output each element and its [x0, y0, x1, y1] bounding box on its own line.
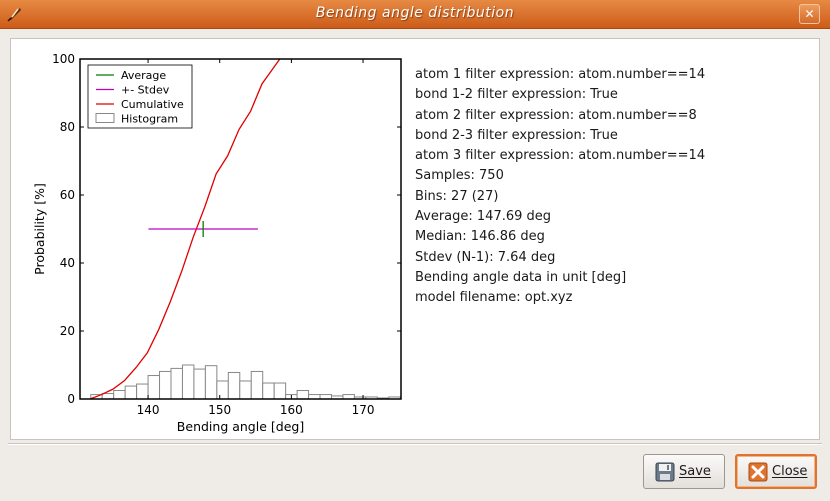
save-button-label: Save	[679, 464, 711, 479]
histogram-bar	[273, 382, 287, 400]
legend-swatch-histogram	[95, 113, 115, 123]
y-tick-label: 20	[60, 324, 75, 338]
x-tick-label: 140	[137, 403, 160, 417]
info-line-average: Average: 147.69 deg	[415, 209, 552, 225]
histogram-bar	[170, 367, 183, 400]
histogram-bar	[101, 393, 115, 400]
legend-label-cumulative: Cumulative	[121, 98, 184, 111]
histogram-bar	[136, 383, 149, 400]
histogram-bar	[159, 370, 172, 400]
histogram-bar	[193, 368, 206, 400]
info-line-atom3-filter: atom 3 filter expression: atom.number==1…	[415, 148, 706, 164]
info-line-median: Median: 146.86 deg	[415, 229, 545, 245]
window-titlebar[interactable]: Bending angle distribution ✕	[0, 0, 830, 29]
close-button-label: Close	[772, 464, 808, 479]
x-tick-label: 170	[352, 403, 375, 417]
legend-label-average: Average	[121, 69, 166, 82]
x-tick-label: 150	[208, 403, 231, 417]
info-line-bond23-filter: bond 2-3 filter expression: True	[415, 127, 618, 143]
info-line-samples: Samples: 750	[415, 168, 504, 184]
y-axis-label: Probability [%]	[32, 183, 47, 275]
dialog-separator	[8, 443, 822, 445]
window-title: Bending angle distribution	[315, 5, 515, 21]
info-panel: atom 1 filter expression: atom.number==1…	[415, 65, 815, 309]
info-line-bins: Bins: 27 (27)	[415, 188, 499, 204]
info-line-unit: Bending angle data in unit [deg]	[415, 269, 627, 285]
histogram-bar	[147, 375, 161, 400]
histogram-bar	[262, 382, 275, 400]
histogram-bar	[250, 370, 264, 400]
y-tick-label: 0	[67, 392, 75, 406]
info-line-filename: model filename: opt.xyz	[415, 290, 573, 306]
histogram-bar	[181, 364, 195, 400]
y-tick-label: 60	[60, 188, 75, 202]
info-line-atom2-filter: atom 2 filter expression: atom.number==8	[415, 107, 697, 123]
y-tick-label: 40	[60, 256, 75, 270]
histogram-bar	[216, 380, 229, 400]
save-button[interactable]: Save	[643, 454, 725, 489]
info-line-bond12-filter: bond 1-2 filter expression: True	[415, 87, 618, 103]
floppy-disk-icon	[654, 461, 676, 483]
histogram-bar	[227, 371, 241, 400]
x-axis-label: Bending angle [deg]	[177, 419, 304, 434]
histogram-bar	[239, 380, 252, 400]
info-line-stdev: Stdev (N-1): 7.64 deg	[415, 249, 556, 265]
histogram-bar	[113, 390, 126, 400]
window-close-button[interactable]: ✕	[799, 4, 820, 24]
close-button[interactable]: Close	[735, 454, 817, 489]
histogram-bar	[204, 365, 218, 400]
content-frame: 140 150 160 170 0 20 40 60 80 100 Bending angle [d…	[10, 38, 820, 440]
distribution-chart: 140 150 160 170 0 20 40 60 80 100 Bending angle [d…	[32, 52, 402, 434]
info-line-atom1-filter: atom 1 filter expression: atom.number==1…	[415, 67, 706, 82]
y-tick-label: 80	[60, 120, 75, 134]
histogram-bar	[124, 385, 138, 400]
close-x-icon	[747, 461, 769, 483]
legend-label-stdev: +- Stdev	[121, 84, 170, 97]
histogram-bar	[296, 390, 310, 400]
x-tick-label: 160	[280, 403, 303, 417]
legend-label-histogram: Histogram	[121, 113, 178, 126]
y-tick-label: 100	[52, 52, 75, 66]
